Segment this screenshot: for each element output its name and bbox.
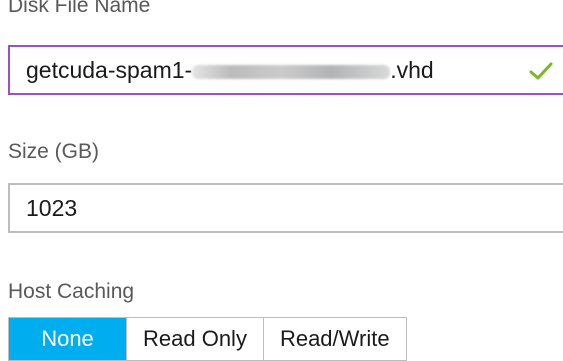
host-caching-option-none[interactable]: None [9, 318, 127, 360]
host-caching-label: Host Caching [8, 280, 135, 303]
disk-file-name-label: Disk File Name [8, 0, 151, 17]
disk-file-name-value: getcuda-spam1- .vhd [26, 57, 434, 84]
check-icon [529, 62, 553, 80]
host-caching-option-read-write[interactable]: Read/Write [263, 318, 406, 360]
size-label: Size (GB) [8, 140, 100, 163]
disk-file-name-input[interactable]: getcuda-spam1- .vhd [8, 45, 563, 95]
disk-file-name-prefix: getcuda-spam1- [26, 57, 193, 83]
size-value: 1023 [26, 195, 78, 221]
size-input[interactable]: 1023 [8, 183, 563, 233]
host-caching-toggle: None Read Only Read/Write [8, 317, 407, 361]
host-caching-option-read-only[interactable]: Read Only [127, 318, 264, 360]
disk-file-name-suffix: .vhd [390, 57, 434, 83]
redacted-text [192, 64, 391, 79]
